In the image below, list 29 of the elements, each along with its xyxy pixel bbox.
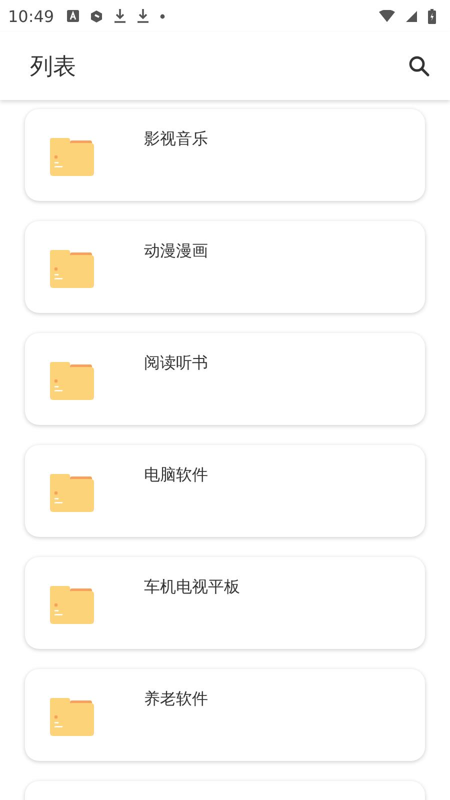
wifi-icon xyxy=(379,10,395,22)
dot-icon xyxy=(160,14,166,18)
folder-icon xyxy=(50,362,94,400)
folder-icon xyxy=(50,138,94,176)
folder-icon xyxy=(50,586,94,624)
category-title: 电脑软件 xyxy=(144,465,208,486)
battery-icon xyxy=(428,8,436,24)
category-title: 阅读听书 xyxy=(144,353,208,374)
page-title: 列表 xyxy=(30,52,76,82)
folder-icon xyxy=(50,474,94,512)
category-title: 车机电视平板 xyxy=(144,577,240,598)
search-icon[interactable] xyxy=(408,55,430,77)
category-card[interactable]: 影视音乐 xyxy=(25,109,425,201)
category-title: 养老软件 xyxy=(144,689,208,710)
status-time: 10:49 xyxy=(8,6,54,26)
category-card[interactable]: 电脑软件 xyxy=(25,445,425,537)
category-card[interactable]: 阅读听书 xyxy=(25,333,425,425)
category-card[interactable]: 动漫漫画 xyxy=(25,221,425,313)
folder-icon xyxy=(50,698,94,736)
category-title: 影视音乐 xyxy=(144,129,208,150)
folder-icon xyxy=(50,250,94,288)
download-icon xyxy=(114,9,126,23)
notification-icon xyxy=(67,10,80,22)
category-card[interactable]: 养老软件 xyxy=(25,669,425,761)
hexagon-icon xyxy=(90,10,104,22)
category-title: 动漫漫画 xyxy=(144,241,208,262)
signal-icon xyxy=(406,10,417,22)
category-card[interactable]: 车机电视平板 xyxy=(25,557,425,649)
download-icon xyxy=(137,9,150,23)
